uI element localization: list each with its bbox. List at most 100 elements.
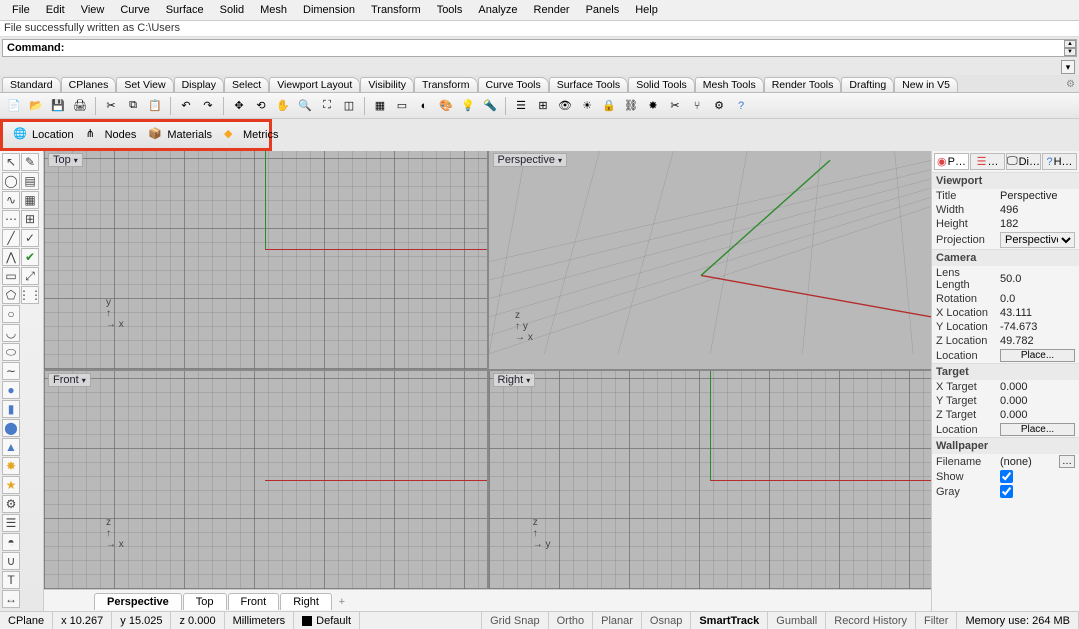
explode-tool-icon[interactable]: ✸ — [2, 457, 20, 475]
new-icon[interactable]: 📄 — [4, 96, 24, 116]
uva-nodes-button[interactable]: ⋔ Nodes — [82, 125, 141, 145]
paste-icon[interactable]: 📋 — [145, 96, 165, 116]
chevron-down-icon[interactable]: ▾ — [74, 156, 78, 165]
array-icon[interactable]: ⋮⋮ — [21, 286, 39, 304]
zoom-extents-icon[interactable]: ⛶ — [317, 96, 337, 116]
rotate-icon[interactable]: ⟲ — [251, 96, 271, 116]
toolbar-gear-icon[interactable]: ⚙ — [1066, 79, 1075, 90]
menu-file[interactable]: File — [4, 2, 38, 18]
prop-ztarget-value[interactable]: 0.000 — [1000, 409, 1075, 421]
status-units[interactable]: Millimeters — [225, 612, 295, 629]
lock-icon[interactable]: 🔒 — [599, 96, 619, 116]
menu-analyze[interactable]: Analyze — [470, 2, 525, 18]
lasso-icon[interactable]: ◯ — [2, 172, 20, 190]
tab-rendertools[interactable]: Render Tools — [764, 77, 842, 92]
menu-surface[interactable]: Surface — [158, 2, 212, 18]
undo-icon[interactable]: ↶ — [176, 96, 196, 116]
settings-tool-icon[interactable]: ⚙ — [2, 495, 20, 513]
uva-materials-button[interactable]: 📦 Materials — [144, 125, 216, 145]
browse-wallpaper-button[interactable]: … — [1059, 455, 1075, 468]
place-camera-button[interactable]: Place... — [1000, 349, 1075, 362]
tab-select[interactable]: Select — [224, 77, 269, 92]
ellipse-icon[interactable]: ⬭ — [2, 343, 20, 361]
curve-icon[interactable]: ∿ — [2, 191, 20, 209]
panel-tab-properties[interactable]: ◉P… — [934, 153, 969, 170]
show-icon[interactable]: ☀ — [577, 96, 597, 116]
menu-edit[interactable]: Edit — [38, 2, 73, 18]
tab-meshtools[interactable]: Mesh Tools — [695, 77, 764, 92]
open-icon[interactable]: 📂 — [26, 96, 46, 116]
cone-icon[interactable]: ▲ — [2, 438, 20, 456]
tab-newinv5[interactable]: New in V5 — [894, 77, 958, 92]
menu-mesh[interactable]: Mesh — [252, 2, 295, 18]
arrow-up-icon[interactable]: ▲ — [1064, 40, 1076, 48]
menu-curve[interactable]: Curve — [112, 2, 157, 18]
chevron-down-icon[interactable]: ▾ — [82, 376, 86, 385]
named-view-icon[interactable]: ▭ — [392, 96, 412, 116]
spotlight-icon[interactable]: 🔦 — [480, 96, 500, 116]
cut-icon[interactable]: ✂ — [101, 96, 121, 116]
tab-display[interactable]: Display — [174, 77, 224, 92]
chevron-down-icon[interactable]: ▾ — [526, 376, 530, 385]
vptab-perspective[interactable]: Perspective — [94, 593, 182, 610]
panel-tab-help[interactable]: ?H… — [1042, 153, 1077, 170]
menu-help[interactable]: Help — [627, 2, 666, 18]
menu-tools[interactable]: Tools — [429, 2, 471, 18]
prop-xloc-value[interactable]: 43.111 — [1000, 307, 1075, 319]
redo-icon[interactable]: ↷ — [198, 96, 218, 116]
zoom-icon[interactable]: 🔍 — [295, 96, 315, 116]
toggle-ortho[interactable]: Ortho — [549, 612, 594, 629]
add-viewport-tab-icon[interactable]: + — [333, 596, 351, 608]
tab-transform[interactable]: Transform — [414, 77, 477, 92]
light-icon[interactable]: 💡 — [458, 96, 478, 116]
zoom-window-icon[interactable]: ◫ — [339, 96, 359, 116]
viewport-top-label[interactable]: Top▾ — [48, 153, 83, 167]
annotation-icon[interactable]: ✎ — [21, 153, 39, 171]
viewport-top[interactable]: Top▾ y↑→ x — [44, 151, 487, 369]
properties-icon[interactable]: ⊞ — [533, 96, 553, 116]
pan-icon[interactable]: ✋ — [273, 96, 293, 116]
prop-yloc-value[interactable]: -74.673 — [1000, 321, 1075, 333]
analyze-tool-icon[interactable]: ✓ — [21, 229, 39, 247]
save-icon[interactable]: 💾 — [48, 96, 68, 116]
vptab-front[interactable]: Front — [228, 593, 280, 610]
tab-surfacetools[interactable]: Surface Tools — [549, 77, 628, 92]
prop-title-value[interactable]: Perspective — [1000, 190, 1075, 202]
toggle-gridsnap[interactable]: Grid Snap — [482, 612, 549, 629]
gray-wallpaper-checkbox[interactable] — [1000, 485, 1013, 498]
line-icon[interactable]: ╱ — [2, 229, 20, 247]
command-history-arrows[interactable]: ▲ ▼ — [1064, 40, 1076, 56]
render-icon[interactable]: 🎨 — [436, 96, 456, 116]
command-line[interactable]: Command: ▲ ▼ — [2, 39, 1077, 57]
hatch-icon[interactable]: ▤ — [21, 172, 39, 190]
vptab-top[interactable]: Top — [183, 593, 227, 610]
cplane-icon[interactable]: ▦ — [370, 96, 390, 116]
panel-tab-layers[interactable]: ☰… — [970, 153, 1005, 170]
vptab-right[interactable]: Right — [280, 593, 332, 610]
sphere-icon[interactable]: ● — [2, 381, 20, 399]
toggle-planar[interactable]: Planar — [593, 612, 642, 629]
prop-xtarget-value[interactable]: 0.000 — [1000, 381, 1075, 393]
viewport-perspective-label[interactable]: Perspective▾ — [493, 153, 568, 167]
viewport-front[interactable]: Front▾ z↑→ x — [44, 371, 487, 589]
interpcurve-icon[interactable]: ∼ — [2, 362, 20, 380]
options-button[interactable]: ▾ — [1061, 60, 1075, 74]
cylinder-icon[interactable]: ⬤ — [2, 419, 20, 437]
viewport-right-label[interactable]: Right▾ — [493, 373, 536, 387]
rect-icon[interactable]: ▭ — [2, 267, 20, 285]
dimension-icon[interactable]: ↔ — [2, 590, 20, 608]
copy-icon[interactable]: ⧉ — [123, 96, 143, 116]
prop-ytarget-value[interactable]: 0.000 — [1000, 395, 1075, 407]
tab-cplanes[interactable]: CPlanes — [61, 77, 117, 92]
arc-icon[interactable]: ◡ — [2, 324, 20, 342]
chevron-down-icon[interactable]: ▾ — [558, 156, 562, 165]
polyline-icon[interactable]: ⋀ — [2, 248, 20, 266]
transform-tool-icon[interactable]: ⤢ — [21, 267, 39, 285]
viewport-front-label[interactable]: Front▾ — [48, 373, 91, 387]
menu-transform[interactable]: Transform — [363, 2, 429, 18]
box-icon[interactable]: ▮ — [2, 400, 20, 418]
prop-zloc-value[interactable]: 49.782 — [1000, 335, 1075, 347]
place-target-button[interactable]: Place... — [1000, 423, 1075, 436]
uva-location-button[interactable]: 🌐 Location — [9, 125, 78, 145]
toggle-smarttrack[interactable]: SmartTrack — [691, 612, 768, 629]
